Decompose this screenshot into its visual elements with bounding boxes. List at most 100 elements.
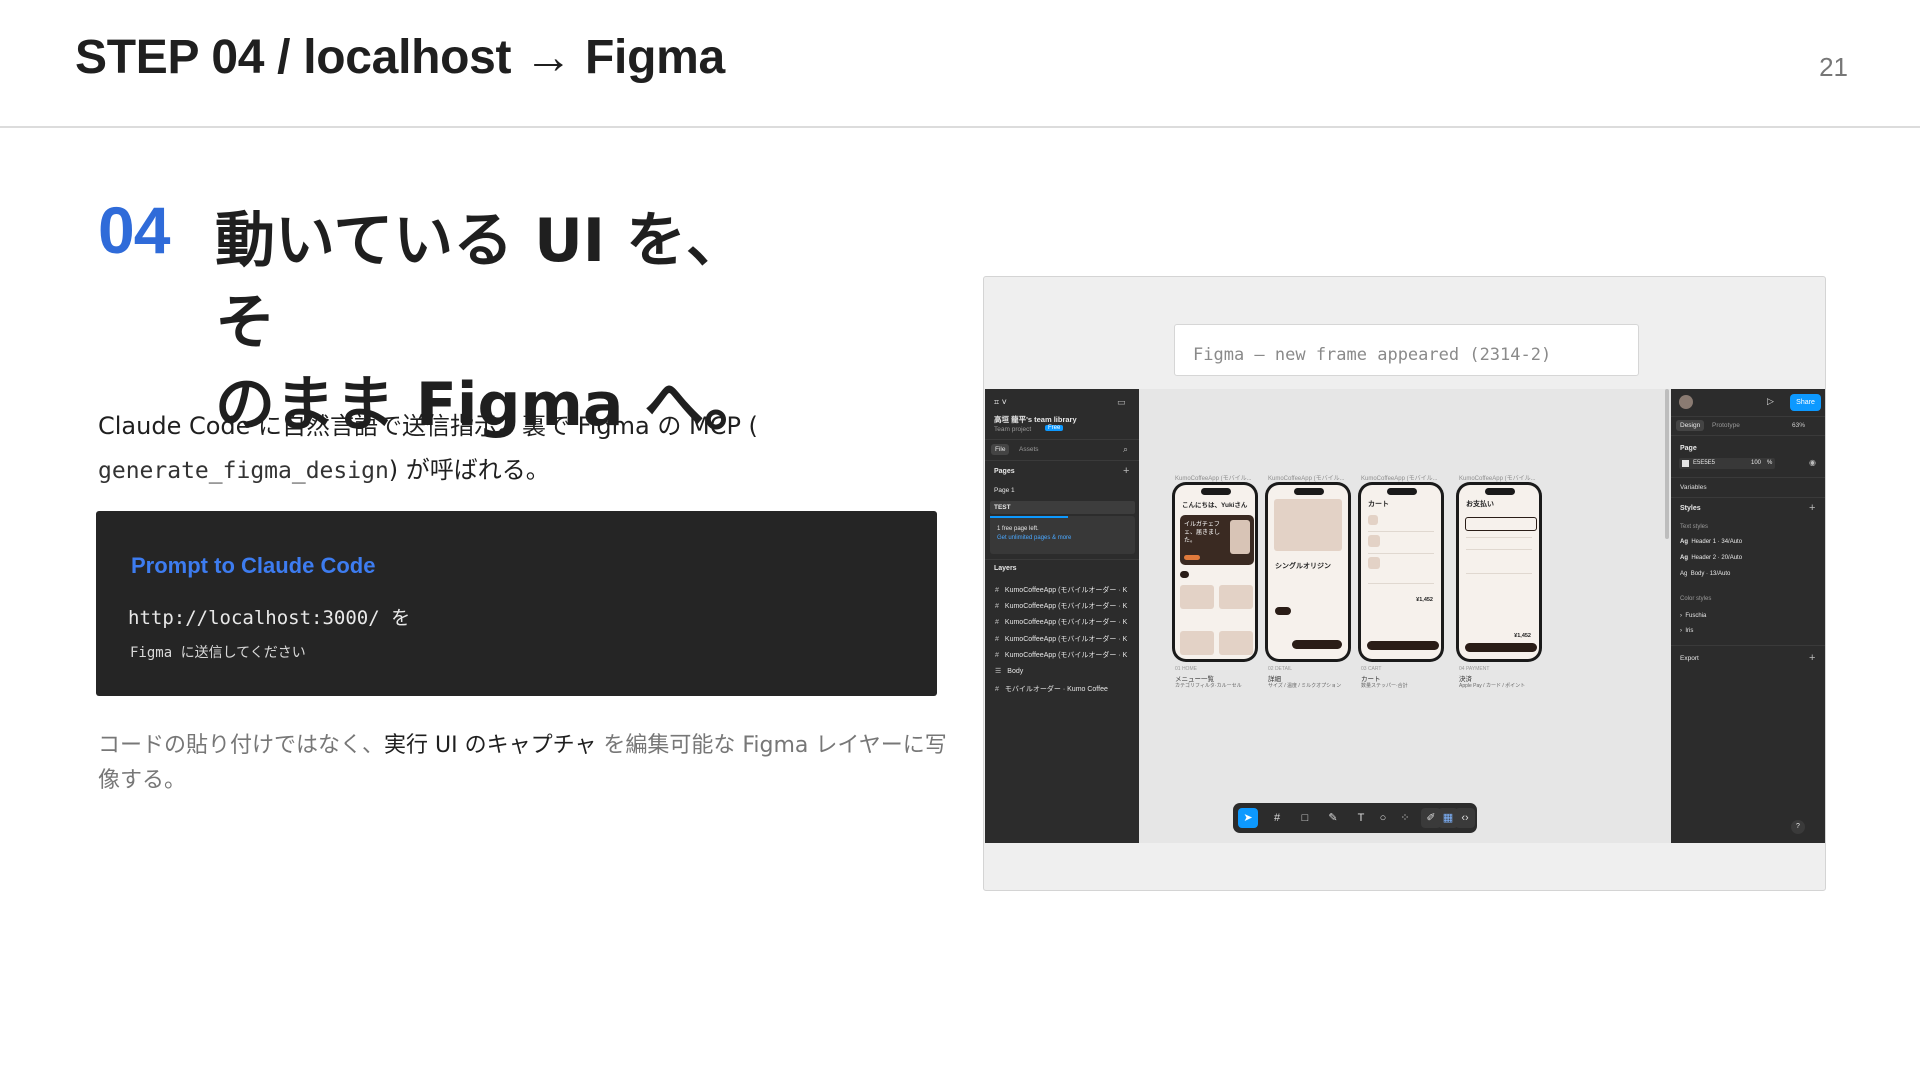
color-style-item[interactable]: › Iris	[1680, 628, 1693, 634]
prompt-line: Figma に送信してください	[130, 645, 306, 661]
opacity-unit: %	[1767, 460, 1773, 466]
mcp-function-name: generate_figma_design	[98, 458, 389, 484]
figma-right-panel: ▷ Share Design Prototype 63% Page E5E5E5…	[1671, 389, 1825, 843]
add-export-icon[interactable]: +	[1809, 652, 1815, 664]
sidebar-toggle-icon[interactable]: ▭	[1117, 397, 1126, 408]
page-number: 21	[1819, 52, 1848, 82]
upgrade-link[interactable]: Get unlimited pages & more	[997, 535, 1071, 541]
screenshot-caption: Figma — new frame appeared (2314-2)	[1174, 324, 1639, 376]
figma-screenshot: Figma — new frame appeared (2314-2) ⌗ ˅ …	[983, 276, 1826, 891]
page-item[interactable]: Page 1	[994, 487, 1015, 494]
avatar[interactable]	[1679, 395, 1693, 409]
layer-item[interactable]: # KumoCoffeeApp (モバイルオーダー · K	[995, 650, 1127, 660]
usage-bar	[990, 516, 1068, 518]
layer-item[interactable]: # KumoCoffeeApp (モバイルオーダー · K	[995, 601, 1127, 611]
slide-header: STEP 04 / localhost → Figma 21	[0, 0, 1920, 128]
phone-frame-home[interactable]: こんにちは、Yukiさん イルガチェフェ、届きました。	[1172, 482, 1258, 662]
play-icon[interactable]: ▷	[1767, 396, 1774, 407]
text-style-item[interactable]: Ag Header 1 · 34/Auto	[1680, 539, 1742, 545]
divider	[1671, 435, 1825, 436]
pages-label: Pages	[994, 468, 1015, 475]
frame-label: KumoCoffeeApp (モバイル...	[1459, 476, 1536, 482]
prompt-code-block: Prompt to Claude Code http://localhost:3…	[96, 511, 937, 696]
search-icon[interactable]: ⌕	[1123, 444, 1128, 455]
add-page-icon[interactable]: +	[1123, 465, 1129, 477]
export-label[interactable]: Export	[1680, 655, 1699, 662]
page-item-selected-bg	[990, 501, 1135, 514]
layer-item[interactable]: # KumoCoffeeApp (モバイルオーダー · K	[995, 634, 1127, 644]
add-style-icon[interactable]: +	[1809, 502, 1815, 514]
tab-assets[interactable]: Assets	[1019, 446, 1039, 453]
hero-text: イルガチェフェ、届きました。	[1184, 522, 1221, 544]
color-style-item[interactable]: › Fuschia	[1680, 613, 1706, 619]
vertical-scrollbar[interactable]	[1665, 389, 1669, 539]
divider	[985, 559, 1139, 560]
phone-frame-payment[interactable]: お支払い ¥1,452	[1456, 482, 1542, 662]
divider	[1671, 645, 1825, 646]
payment-total: ¥1,452	[1514, 633, 1531, 639]
tab-design[interactable]: Design	[1676, 420, 1705, 431]
greeting: こんにちは、Yukiさん	[1182, 502, 1248, 509]
phone-frame-detail[interactable]: シングルオリジン	[1265, 482, 1351, 662]
comment-tool-icon[interactable]: ○	[1373, 808, 1393, 828]
phone-frame-cart[interactable]: カート ¥1,452	[1358, 482, 1444, 662]
plan-badge: Free	[1045, 425, 1064, 431]
actions-tool-icon[interactable]: ⁘	[1395, 808, 1415, 828]
text-layer-icon: ☰	[995, 668, 1002, 675]
text-style-item[interactable]: Ag Header 2 · 20/Auto	[1680, 555, 1742, 561]
eye-icon[interactable]: ◉	[1809, 458, 1816, 467]
pen-tool-icon[interactable]: ✎	[1323, 808, 1343, 828]
prompt-line: http://localhost:3000/ を	[128, 607, 411, 629]
layer-item[interactable]: ☰ Body	[995, 667, 1023, 675]
screen-subtitle: カテゴリフィルタ·カルーセル	[1175, 683, 1242, 689]
note-text: コードの貼り付けではなく、実行 UI のキャプチャ を編集可能な Figma レ…	[98, 728, 958, 798]
dev-mode-icon[interactable]: ‹›	[1455, 808, 1475, 828]
help-button[interactable]: ?	[1791, 820, 1805, 834]
prompt-label: Prompt to Claude Code	[131, 553, 376, 578]
step-number: 04	[98, 193, 170, 267]
payment-title: お支払い	[1466, 501, 1494, 508]
move-tool-icon[interactable]: ➤	[1238, 808, 1258, 828]
divider	[1671, 477, 1825, 478]
hero-card: イルガチェフェ、届きました。	[1180, 515, 1254, 565]
figma-left-panel: ⌗ ˅ ▭ 高垣 龍平's team library Team project …	[985, 389, 1139, 843]
screen-id: 03 CART	[1361, 666, 1382, 672]
page-item-test[interactable]: TEST	[994, 504, 1011, 511]
layer-item[interactable]: # KumoCoffeeApp (モバイルオーダー · K	[995, 617, 1127, 627]
layer-item[interactable]: # モバイルオーダー · Kumo Coffee	[995, 684, 1108, 694]
figma-menu-icon[interactable]: ⌗ ˅	[994, 397, 1007, 408]
share-button[interactable]: Share	[1790, 394, 1821, 411]
screen-subtitle: Apple Pay / カード / ポイント	[1459, 683, 1526, 689]
free-notice-text: 1 free page left.	[997, 526, 1039, 532]
project-name: Team project	[994, 426, 1032, 433]
variables-label[interactable]: Variables	[1680, 484, 1707, 491]
divider	[985, 460, 1139, 461]
styles-label: Styles	[1680, 505, 1701, 512]
figma-window: ⌗ ˅ ▭ 高垣 龍平's team library Team project …	[985, 389, 1825, 843]
frame-tool-icon[interactable]: #	[1267, 808, 1287, 828]
cart-title: カート	[1368, 501, 1389, 508]
figma-toolbar: ➤ # □ ✎ T ○ ⁘ ✐ ▦ ‹›	[1233, 803, 1477, 833]
zoom-level[interactable]: 63%	[1792, 422, 1805, 429]
team-name[interactable]: 高垣 龍平's team library	[994, 414, 1077, 425]
frame-label: KumoCoffeeApp (モバイル...	[1268, 476, 1345, 482]
frame-icon: #	[995, 619, 999, 626]
layer-item[interactable]: # KumoCoffeeApp (モバイルオーダー · K	[995, 585, 1127, 595]
text-tool-icon[interactable]: T	[1351, 808, 1371, 828]
frame-icon: #	[995, 603, 999, 610]
layers-label: Layers	[994, 565, 1017, 572]
tab-file[interactable]: File	[991, 444, 1010, 455]
tab-prototype[interactable]: Prototype	[1712, 422, 1740, 429]
page-opacity: 100	[1751, 460, 1762, 466]
frame-icon: #	[995, 686, 999, 693]
description-text: Claude Code に自然言語で送信指示。裏で Figma の MCP (	[98, 412, 758, 440]
frame-icon: #	[995, 587, 999, 594]
divider	[985, 439, 1139, 440]
rectangle-tool-icon[interactable]: □	[1295, 808, 1315, 828]
page-color-field[interactable]: E5E5E5 100 %	[1679, 458, 1775, 469]
frame-icon: #	[995, 652, 999, 659]
text-styles-label: Text styles	[1680, 524, 1709, 530]
figma-canvas[interactable]: KumoCoffeeApp (モバイル... KumoCoffeeApp (モバ…	[1139, 389, 1671, 843]
note-emphasis: 実行 UI のキャプチャ	[384, 733, 597, 758]
text-style-item[interactable]: Ag Body · 13/Auto	[1680, 571, 1730, 577]
